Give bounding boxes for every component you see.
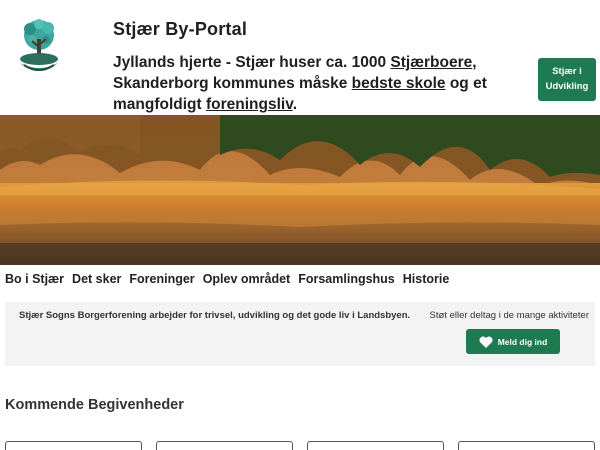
nav-item-forsamlingshus[interactable]: Forsamlingshus — [298, 272, 395, 286]
stjaer-i-udvikling-button[interactable]: Stjær i Udvikling — [538, 58, 596, 101]
nav-item-oplev-omraadet[interactable]: Oplev området — [203, 272, 291, 286]
site-header: Stjær By-Portal Jyllands hjerte - Stjær … — [0, 0, 600, 115]
event-card[interactable] — [5, 441, 142, 450]
nav-item-foreninger[interactable]: Foreninger — [129, 272, 194, 286]
cta-line: Stjær i — [552, 66, 582, 77]
site-tagline: Jyllands hjerte - Stjær huser ca. 1000 S… — [113, 52, 528, 115]
hero-image — [0, 115, 600, 265]
events-heading: Kommende Begivenheder — [5, 397, 184, 413]
join-button[interactable]: Meld dig ind — [466, 329, 560, 354]
event-card[interactable] — [156, 441, 293, 450]
support-text: Støt eller deltag i de mange aktiviteter — [429, 310, 589, 321]
join-button-label: Meld dig ind — [497, 336, 548, 347]
foreningsliv-link[interactable]: foreningsliv — [206, 96, 293, 113]
tagline-text: . — [292, 96, 298, 113]
heart-icon — [479, 336, 493, 348]
nav-item-bo-i-stjaer[interactable]: Bo i Stjær — [5, 272, 64, 286]
hero-landscape — [0, 115, 600, 265]
info-panel: Stjær Sogns Borgerforening arbejder for … — [5, 302, 595, 366]
event-card[interactable] — [307, 441, 444, 450]
tagline-text: Jyllands hjerte - Stjær huser ca. 1000 — [113, 54, 391, 71]
nav-item-det-sker[interactable]: Det sker — [72, 272, 121, 286]
event-card[interactable] — [458, 441, 595, 450]
site-logo[interactable] — [18, 17, 60, 75]
bedste-skole-link[interactable]: bedste skole — [352, 75, 446, 92]
cta-line: Udvikling — [545, 81, 589, 92]
site-title[interactable]: Stjær By-Portal — [113, 19, 247, 40]
stjaerboere-link[interactable]: Stjærboere — [390, 54, 472, 71]
association-description: Stjær Sogns Borgerforening arbejder for … — [19, 310, 411, 321]
main-navigation: Bo i Stjær Det sker Foreninger Oplev omr… — [0, 265, 600, 292]
nav-item-historie[interactable]: Historie — [403, 272, 450, 286]
